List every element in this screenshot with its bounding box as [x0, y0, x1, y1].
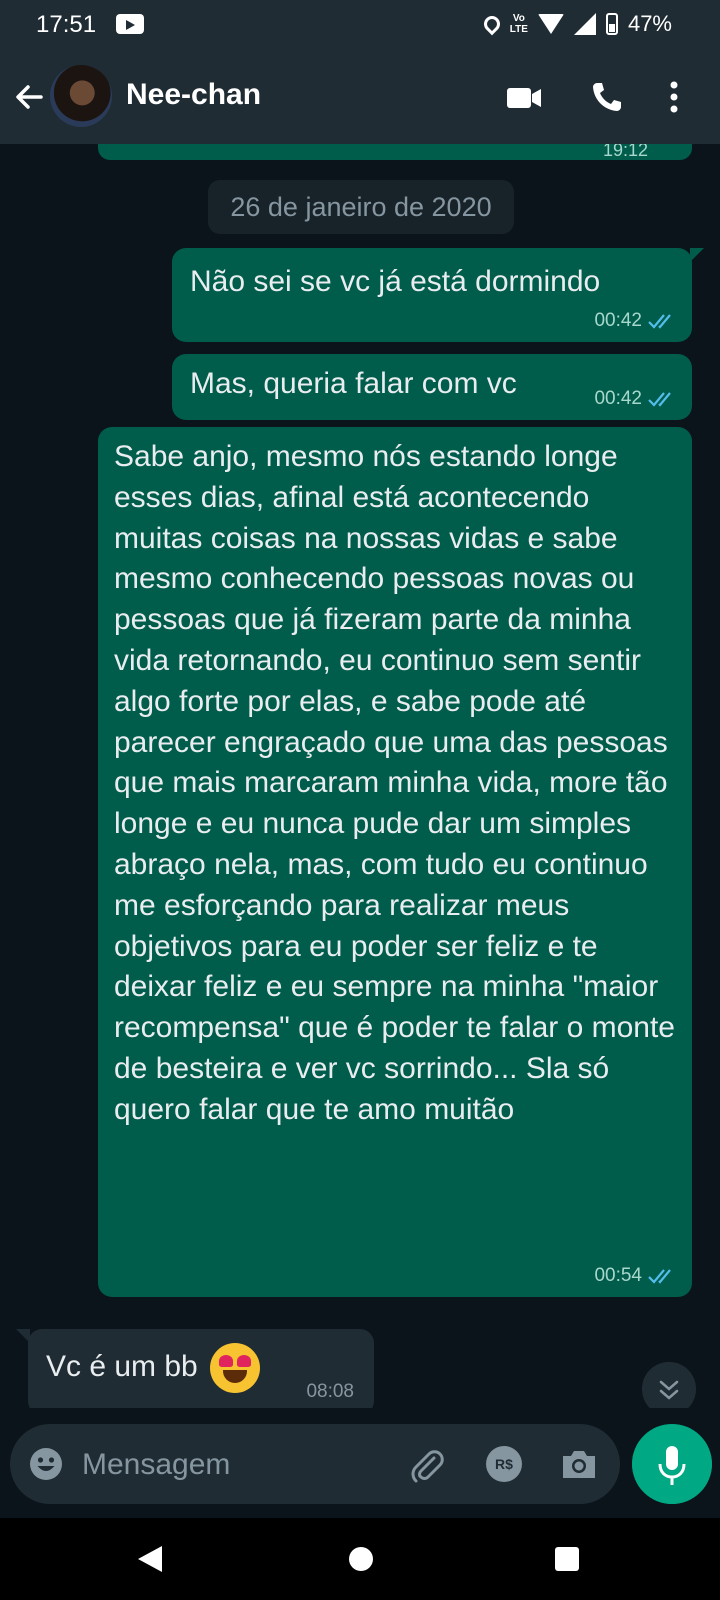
nav-back-icon[interactable] [138, 1546, 162, 1572]
bubble-tail [16, 1329, 30, 1343]
message-meta: 00:42 [594, 310, 676, 332]
chat-area[interactable]: 19:12 26 de janeiro de 2020 Não sei se v… [0, 144, 720, 1408]
camera-icon[interactable] [560, 1446, 598, 1482]
double-check-icon [648, 392, 671, 407]
message-time: 00:42 [594, 388, 642, 409]
status-time: 17:51 [36, 11, 97, 38]
chat-header: Nee-chan [0, 50, 720, 144]
message-text: Sabe anjo, mesmo nós estando longe esses… [114, 440, 675, 1126]
message-bubble-outgoing[interactable]: Mas, queria falar com vc 00:42 [172, 354, 692, 420]
message-meta: 00:42 [594, 388, 676, 410]
message-text: Não sei se vc já está dormindo [190, 265, 601, 298]
message-time: 00:42 [594, 310, 642, 331]
double-check-icon [648, 1269, 671, 1284]
battery-icon [605, 13, 618, 35]
avatar[interactable] [50, 65, 112, 127]
bubble-tail [690, 248, 704, 262]
status-bar: 17:51 Vo LTE 47% [0, 0, 720, 50]
message-composer: R$ [10, 1424, 620, 1504]
message-time: 08:08 [306, 1381, 354, 1402]
message-input[interactable] [80, 1440, 384, 1490]
wifi-icon [537, 14, 564, 34]
phone-icon[interactable] [590, 80, 624, 114]
video-call-icon[interactable] [506, 80, 542, 114]
message-text: Vc é um bb [46, 1349, 198, 1383]
back-arrow-icon[interactable] [14, 82, 44, 112]
heart-eyes-emoji-icon [210, 1343, 261, 1393]
more-menu-icon[interactable] [668, 80, 680, 114]
message-time: 00:54 [594, 1265, 642, 1286]
double-check-icon [648, 314, 671, 329]
battery-percent: 47% [627, 11, 672, 36]
volte-indicator: Vo LTE [509, 13, 528, 35]
payment-icon[interactable]: R$ [486, 1446, 522, 1482]
emoji-icon[interactable] [28, 1446, 64, 1482]
nav-recents-icon[interactable] [555, 1547, 579, 1571]
message-meta: 00:54 [594, 1265, 676, 1287]
previous-message-time: 19:12 [602, 144, 648, 160]
signal-icon [573, 13, 596, 35]
message-bubble-outgoing[interactable]: Sabe anjo, mesmo nós estando longe esses… [98, 427, 692, 1297]
microphone-icon[interactable] [632, 1424, 712, 1504]
system-nav-bar [0, 1518, 720, 1600]
scroll-to-bottom-icon[interactable] [642, 1362, 696, 1408]
date-separator: 26 de janeiro de 2020 [208, 180, 514, 234]
location-icon [480, 12, 504, 36]
message-bubble-incoming[interactable]: Vc é um bb 08:08 [16, 1329, 374, 1408]
youtube-notification-icon [116, 14, 144, 34]
nav-home-icon[interactable] [349, 1547, 373, 1571]
message-bubble-outgoing[interactable]: Não sei se vc já está dormindo 00:42 [172, 248, 704, 342]
paperclip-icon[interactable] [408, 1446, 446, 1484]
contact-name[interactable]: Nee-chan [126, 78, 261, 112]
message-meta: 08:08 [306, 1381, 354, 1403]
status-icons: Vo LTE 47% [480, 11, 672, 37]
